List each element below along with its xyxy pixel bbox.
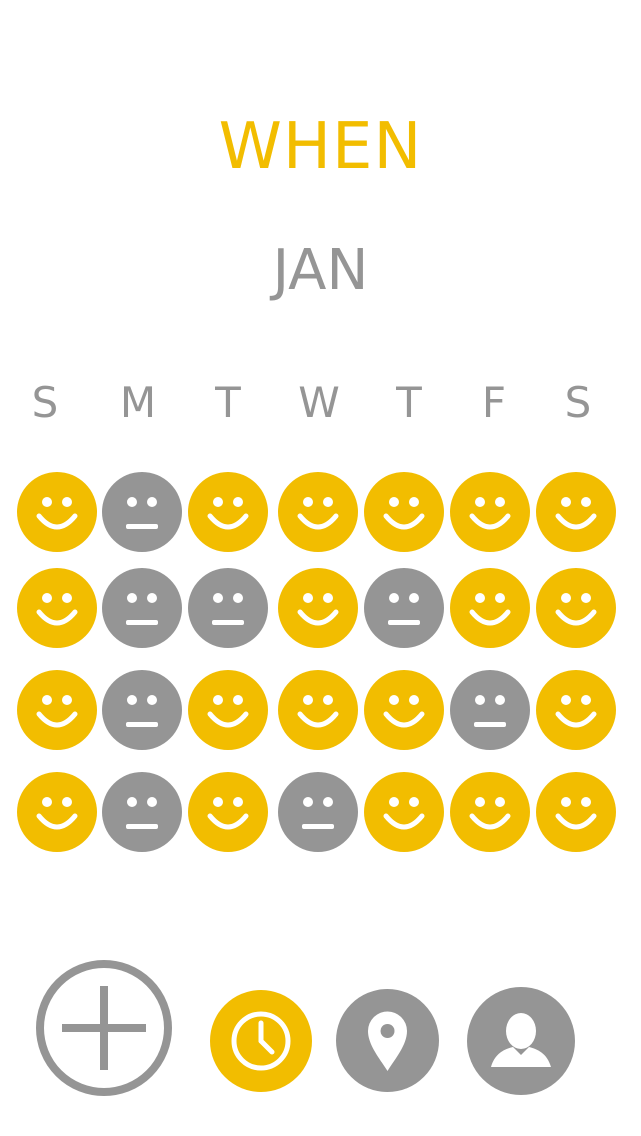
happy-face-icon[interactable] [450,472,530,552]
happy-face-icon[interactable] [536,670,616,750]
person-icon [467,987,575,1095]
weekday-wednesday: W [298,378,340,427]
happy-face-icon[interactable] [17,472,97,552]
neutral-face-icon[interactable] [102,472,182,552]
happy-face-icon[interactable] [278,568,358,648]
happy-face-icon[interactable] [17,670,97,750]
happy-face-icon[interactable] [364,670,444,750]
clock-icon [210,990,312,1092]
neutral-face-icon[interactable] [102,670,182,750]
location-pin-icon [336,989,439,1092]
happy-face-icon[interactable] [536,472,616,552]
month-label[interactable]: JAN [0,238,641,303]
happy-face-icon[interactable] [17,568,97,648]
neutral-face-icon[interactable] [364,568,444,648]
happy-face-icon[interactable] [188,670,268,750]
happy-face-icon[interactable] [188,472,268,552]
happy-face-icon[interactable] [278,472,358,552]
weekday-tuesday: T [215,378,241,427]
happy-face-icon[interactable] [450,772,530,852]
neutral-face-icon[interactable] [450,670,530,750]
weekday-monday: M [119,378,157,427]
neutral-face-icon[interactable] [102,568,182,648]
plus-icon [36,960,172,1096]
happy-face-icon[interactable] [364,772,444,852]
neutral-face-icon[interactable] [102,772,182,852]
neutral-face-icon[interactable] [188,568,268,648]
happy-face-icon[interactable] [450,568,530,648]
add-entry-button[interactable] [36,960,172,1096]
neutral-face-icon[interactable] [278,772,358,852]
when-tab-button[interactable] [210,990,312,1092]
page-title: WHEN [218,110,423,184]
who-tab-button[interactable] [467,987,575,1095]
weekday-friday: F [481,378,507,427]
happy-face-icon[interactable] [536,568,616,648]
weekday-thursday: T [396,378,422,427]
where-tab-button[interactable] [336,989,439,1092]
weekday-saturday: S [564,378,592,427]
weekday-sunday: S [31,378,59,427]
happy-face-icon[interactable] [188,772,268,852]
happy-face-icon[interactable] [17,772,97,852]
happy-face-icon[interactable] [536,772,616,852]
happy-face-icon[interactable] [278,670,358,750]
happy-face-icon[interactable] [364,472,444,552]
